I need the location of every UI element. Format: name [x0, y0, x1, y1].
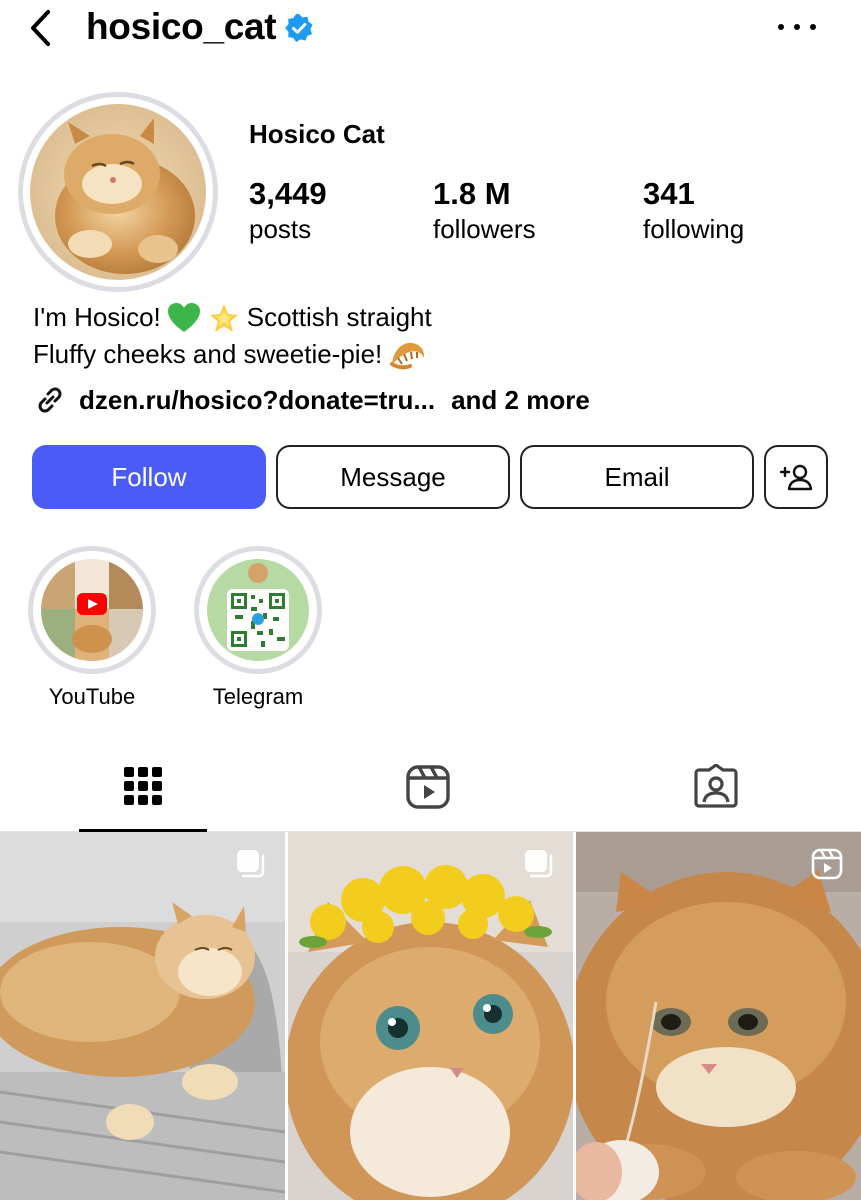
highlight-telegram[interactable]: Telegram: [193, 546, 323, 710]
reels-icon: [406, 765, 450, 809]
chevron-left-icon: [31, 10, 50, 46]
stat-followers[interactable]: 1.8 M followers: [433, 175, 536, 245]
bio-line-2: Fluffy cheeks and sweetie-pie!: [33, 336, 434, 373]
highlight-cover-youtube: [41, 559, 143, 661]
link-icon: [38, 387, 62, 413]
more-horizontal-icon: [778, 24, 784, 30]
bio-text-2: Fluffy cheeks and sweetie-pie!: [33, 339, 383, 369]
highlight-label: Telegram: [212, 684, 304, 709]
avatar-image: [30, 104, 206, 280]
tab-reels[interactable]: [364, 742, 492, 832]
post-thumbnail[interactable]: [0, 832, 285, 1200]
grid-icon: [124, 766, 162, 805]
post-image: [576, 832, 861, 1200]
display-name: Hosico Cat: [249, 119, 385, 149]
stat-posts[interactable]: 3,449 posts: [249, 175, 327, 245]
link-more[interactable]: and 2 more: [451, 385, 590, 416]
tagged-icon: [694, 764, 738, 808]
tab-tagged[interactable]: [652, 742, 780, 832]
message-button[interactable]: Message: [276, 445, 510, 509]
stat-followers-label: followers: [433, 214, 536, 244]
post-thumbnail[interactable]: [288, 832, 573, 1200]
profile-bio: I'm Hosico! Scottish straight Fluffy che…: [33, 299, 434, 373]
post-image: [0, 832, 285, 1200]
stat-followers-value: 1.8 M: [433, 176, 511, 211]
stat-following-label: following: [643, 214, 745, 244]
email-button[interactable]: Email: [520, 445, 754, 509]
bio-text-1a: I'm Hosico!: [33, 302, 161, 332]
reel-icon: [811, 848, 843, 880]
more-horizontal-icon: [810, 24, 816, 30]
bio-line-1: I'm Hosico! Scottish straight: [33, 299, 434, 336]
top-bar: hosico_cat: [0, 0, 861, 60]
profile-tabs: [0, 742, 861, 832]
post-thumbnail[interactable]: [576, 832, 861, 1200]
highlight-ring: [194, 546, 322, 674]
verified-badge-icon: [285, 14, 313, 42]
username-title: hosico_cat: [86, 4, 314, 50]
back-button[interactable]: [22, 8, 58, 48]
more-horizontal-icon: [794, 24, 800, 30]
stat-posts-value: 3,449: [249, 176, 327, 211]
more-options-button[interactable]: [778, 20, 816, 34]
add-user-button[interactable]: [764, 445, 828, 509]
highlight-cover-telegram: [207, 559, 309, 661]
croissant-icon: [390, 342, 425, 369]
profile-link[interactable]: dzen.ru/hosico?donate=tru... and 2 more: [33, 383, 590, 417]
carousel-icon: [525, 850, 553, 878]
stat-following[interactable]: 341 following: [643, 175, 744, 245]
posts-grid: [0, 832, 861, 1200]
link-url[interactable]: dzen.ru/hosico?donate=tru...: [79, 385, 435, 416]
stat-posts-label: posts: [249, 214, 312, 244]
tab-posts-grid[interactable]: [79, 742, 207, 832]
stat-following-value: 341: [643, 176, 695, 211]
glowing-star-icon: [209, 303, 238, 332]
follow-button[interactable]: Follow: [32, 445, 266, 509]
highlight-label: YouTube: [48, 684, 136, 709]
profile-avatar[interactable]: [18, 92, 218, 292]
green-heart-icon: [167, 302, 200, 332]
add-user-icon: [779, 464, 813, 491]
highlight-ring: [28, 546, 156, 674]
username: hosico_cat: [86, 6, 277, 47]
carousel-icon: [237, 850, 265, 878]
bio-text-1b: Scottish straight: [246, 302, 432, 332]
post-image: [288, 832, 573, 1200]
highlight-youtube[interactable]: YouTube: [27, 546, 157, 710]
